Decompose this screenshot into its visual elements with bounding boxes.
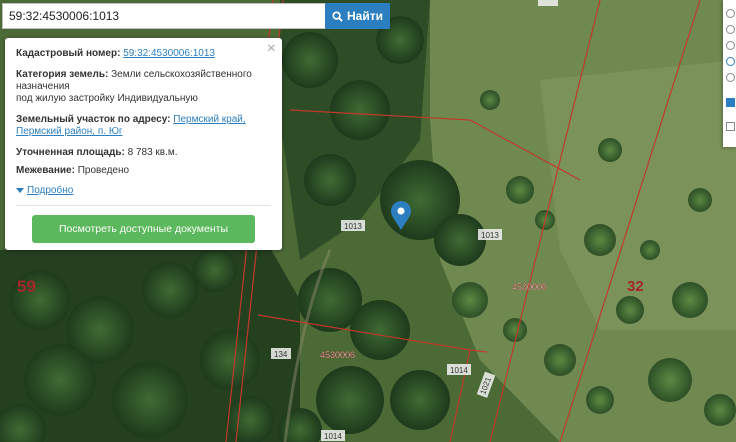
layer-radio[interactable] xyxy=(726,25,735,34)
search-input[interactable] xyxy=(2,3,332,29)
address-row: Земельный участок по адресу: Пермский кр… xyxy=(16,114,256,138)
search-button-label: Найти xyxy=(347,9,383,23)
parcel-info-popup: × Кадастровый номер: 59:32:4530006:1013 … xyxy=(5,38,282,250)
survey-value: Проведено xyxy=(77,165,130,176)
address-link[interactable]: Пермский край, xyxy=(173,114,245,125)
parcel-label: 1014 xyxy=(324,432,342,441)
survey-row: Межевание: Проведено xyxy=(16,165,256,177)
details-link[interactable]: Подробно xyxy=(16,185,73,196)
district-label: 32 xyxy=(627,278,644,295)
layer-checkbox[interactable] xyxy=(726,98,735,107)
cadastral-number-link[interactable]: 59:32:4530006:1013 xyxy=(123,48,215,59)
layer-radio[interactable] xyxy=(726,73,735,82)
parcel-label: 1013 xyxy=(344,222,362,231)
divider xyxy=(16,205,271,206)
cadastral-number-label: Кадастровый номер: xyxy=(16,48,121,59)
chevron-down-icon xyxy=(16,188,24,193)
category-value: Земли сельскохозяйственного xyxy=(111,69,252,80)
quarter-label: 4530006 xyxy=(512,282,547,292)
layers-panel xyxy=(723,0,736,147)
parcel-label: 1014 xyxy=(450,366,468,375)
parcel-label: 1013 xyxy=(481,231,499,240)
layer-radio[interactable] xyxy=(726,9,735,18)
layer-radio[interactable] xyxy=(726,41,735,50)
district-label: 59 xyxy=(17,277,36,296)
address-label: Земельный участок по адресу: xyxy=(16,114,171,125)
details-link-label: Подробно xyxy=(27,185,74,196)
category-value: под жилую застройку Индивидуальную xyxy=(16,93,198,104)
area-label: Уточненная площадь: xyxy=(16,147,125,158)
cadastral-number-row: Кадастровый номер: 59:32:4530006:1013 xyxy=(16,48,256,60)
category-label: Категория земель: xyxy=(16,69,109,80)
quarter-label: 4530006 xyxy=(320,350,355,360)
close-icon[interactable]: × xyxy=(267,41,276,57)
area-value: 8 783 кв.м. xyxy=(127,147,178,158)
layer-radio[interactable] xyxy=(726,57,735,66)
search-button[interactable]: Найти xyxy=(325,3,390,29)
survey-label: Межевание: xyxy=(16,165,75,176)
address-link[interactable]: Пермский район, п. Юг xyxy=(16,126,123,137)
category-row: Категория земель: Земли сельскохозяйстве… xyxy=(16,69,256,105)
parcel-label: 134 xyxy=(274,350,288,359)
area-row: Уточненная площадь: 8 783 кв.м. xyxy=(16,147,256,159)
search-icon xyxy=(332,10,343,22)
layer-checkbox[interactable] xyxy=(726,122,735,131)
category-value: назначения xyxy=(16,81,70,92)
view-documents-button[interactable]: Посмотреть доступные документы xyxy=(32,215,255,243)
